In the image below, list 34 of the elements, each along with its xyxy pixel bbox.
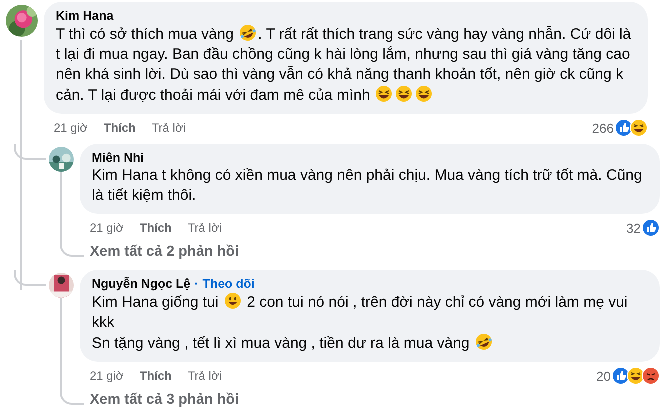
mention-link[interactable]: Kim Hana [92,167,158,184]
reaction-count[interactable]: 32 [626,220,641,236]
comment-text: Kim Hana giống tui 2 con tui nó nói , trên đời này chỉ có vàng mới làm mẹ vui kkk [92,292,629,333]
comment-text: T thì có sở thích mua vàng . T rất rất thích trang sức vàng hay vàng nhẫn. Cứ dôi là t lại đi mua ngay. Ban đầu chồng cũng k hài lòng lắm, nhưng sau thì giá vàng tăng cao nên khá sinh lời. Dù sao thì vàng vẫn có khả năng thanh khoản tốt, nên giờ ck cũng k cản. T lại được thoải mái với đam mê của mình [56,24,632,106]
rolling-laughing-emoji-icon [474,333,493,351]
angry-reaction-icon [642,367,660,385]
like-link[interactable]: Thích [140,369,172,383]
laughing-reaction-icon [630,119,648,137]
reply-link[interactable]: Trả lời [188,369,222,383]
grinning-emoji-icon [224,292,242,310]
author-name[interactable]: Nguyễn Ngọc Lệ [92,276,191,292]
reaction-count[interactable]: 20 [596,368,611,384]
follow-link[interactable]: Theo dõi [202,276,255,292]
comment-time[interactable]: 21 giờ [54,121,88,135]
laughing-emoji-icon [415,85,434,103]
author-name[interactable]: Miên Nhi [92,150,144,166]
reply-link[interactable]: Trả lời [188,221,222,235]
separator-dot: · [194,276,199,292]
like-reaction-icon [642,219,660,237]
reaction-count[interactable]: 266 [592,120,614,136]
laughing-emoji-icon [375,85,394,103]
mention-link[interactable]: Kim Hana [92,294,158,311]
comment-text: Kim Hana t không có xiền mua vàng nên phải chịu. Mua vàng tích trữ tốt mà. Cũng là tiết kiệm thôi. [92,166,644,206]
view-replies-link[interactable]: Xem tất cả 3 phản hồi [90,390,240,410]
rolling-laughing-emoji-icon [239,24,258,42]
like-link[interactable]: Thích [140,221,172,235]
author-name[interactable]: Kim Hana [56,8,114,24]
comment-time[interactable]: 21 giờ [90,369,124,383]
comment-text: Sn tặng vàng , tết lì xì mua vàng , tiền dư ra là mua vàng [92,333,648,354]
reply-link[interactable]: Trả lời [152,121,186,135]
comment-time[interactable]: 21 giờ [90,221,124,235]
like-link[interactable]: Thích [104,121,136,135]
view-replies-link[interactable]: Xem tất cả 2 phản hồi [90,242,240,262]
laughing-emoji-icon [395,85,414,103]
